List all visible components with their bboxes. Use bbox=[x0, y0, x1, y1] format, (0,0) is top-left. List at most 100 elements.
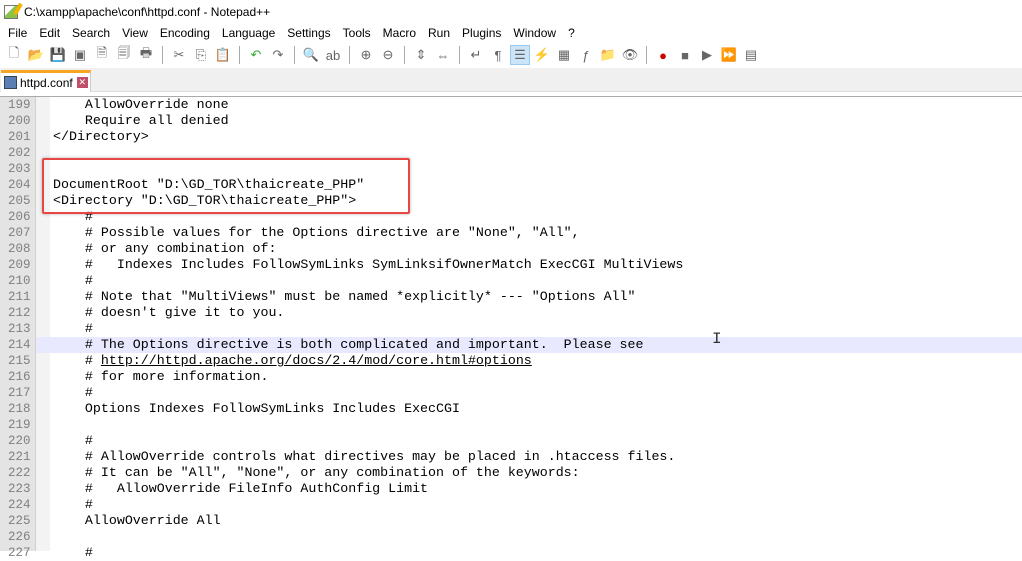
code-line[interactable]: 226 bbox=[0, 529, 1022, 545]
close-all-icon[interactable]: 🗐 bbox=[114, 45, 134, 65]
code-line[interactable]: 215 # http://httpd.apache.org/docs/2.4/m… bbox=[0, 353, 1022, 369]
line-content: </Directory> bbox=[53, 129, 149, 144]
code-line[interactable]: 211 # Note that "MultiViews" must be nam… bbox=[0, 289, 1022, 305]
code-line[interactable]: 209 # Indexes Includes FollowSymLinks Sy… bbox=[0, 257, 1022, 273]
toolbar-separator bbox=[646, 46, 647, 64]
code-line[interactable]: 218 Options Indexes FollowSymLinks Inclu… bbox=[0, 401, 1022, 417]
line-content: # bbox=[53, 497, 93, 512]
toolbar-separator bbox=[162, 46, 163, 64]
line-number: 206 bbox=[8, 210, 31, 224]
menu-macro[interactable]: Macro bbox=[377, 26, 422, 40]
tab-httpd-conf[interactable]: httpd.conf ✕ bbox=[1, 70, 91, 92]
word-wrap-icon[interactable]: ↵ bbox=[466, 45, 486, 65]
zoom-out-icon[interactable]: ⊖ bbox=[378, 45, 398, 65]
save-all-icon[interactable]: ▣ bbox=[70, 45, 90, 65]
line-number: 207 bbox=[8, 226, 31, 240]
line-number: 204 bbox=[8, 178, 31, 192]
code-line[interactable]: 220 # bbox=[0, 433, 1022, 449]
code-line[interactable]: 219 bbox=[0, 417, 1022, 433]
menu-encoding[interactable]: Encoding bbox=[154, 26, 216, 40]
line-number: 223 bbox=[8, 482, 31, 496]
sync-h-icon[interactable]: ⇔ bbox=[433, 45, 453, 65]
code-line[interactable]: 221 # AllowOverride controls what direct… bbox=[0, 449, 1022, 465]
show-all-chars-icon[interactable]: ¶ bbox=[488, 45, 508, 65]
code-line[interactable]: 225 AllowOverride All bbox=[0, 513, 1022, 529]
code-line[interactable]: 200 Require all denied bbox=[0, 113, 1022, 129]
code-line[interactable]: 201 </Directory> bbox=[0, 129, 1022, 145]
line-content: # It can be "All", "None", or any combin… bbox=[53, 465, 580, 480]
toolbar-separator bbox=[239, 46, 240, 64]
line-content: # doesn't give it to you. bbox=[53, 305, 285, 320]
code-line[interactable]: 199 AllowOverride none bbox=[0, 97, 1022, 113]
copy-icon[interactable]: ⎘ bbox=[191, 45, 211, 65]
line-text: # bbox=[36, 433, 1022, 449]
menu-language[interactable]: Language bbox=[216, 26, 281, 40]
code-line[interactable]: 207 # Possible values for the Options di… bbox=[0, 225, 1022, 241]
paste-icon[interactable]: 📋 bbox=[213, 45, 233, 65]
open-icon[interactable]: 📂 bbox=[26, 45, 46, 65]
menu-search[interactable]: Search bbox=[66, 26, 116, 40]
code-line[interactable]: 217 # bbox=[0, 385, 1022, 401]
code-line[interactable]: 214 # The Options directive is both comp… bbox=[0, 337, 1022, 353]
line-text: # AllowOverride controls what directives… bbox=[36, 449, 1022, 465]
udl-icon[interactable]: ⚡ bbox=[532, 45, 552, 65]
code-line[interactable]: 210 # bbox=[0, 273, 1022, 289]
line-number: 226 bbox=[8, 530, 31, 544]
menu-window[interactable]: Window bbox=[507, 26, 562, 40]
code-line[interactable]: 223 # AllowOverride FileInfo AuthConfig … bbox=[0, 481, 1022, 497]
menu-file[interactable]: File bbox=[2, 26, 33, 40]
line-content: # or any combination of: bbox=[53, 241, 277, 256]
close-icon[interactable]: 🗎 bbox=[92, 45, 112, 65]
line-text: # for more information. bbox=[36, 369, 1022, 385]
cut-icon[interactable]: ✂ bbox=[169, 45, 189, 65]
redo-icon[interactable]: ↷ bbox=[268, 45, 288, 65]
menu-run[interactable]: Run bbox=[422, 26, 456, 40]
line-text: # bbox=[36, 545, 1022, 561]
code-line[interactable]: 227 # bbox=[0, 545, 1022, 561]
toolbar: 🗋 📂 💾 ▣ 🗎 🗐 🖶 ✂ ⎘ 📋 ↶ ↷ 🔍 ab ⊕ ⊖ ⇕ ⇔ ↵ ¶ ☰ ⚡ ▦ ƒ 📁 👁 ● ■ ▶ ⏩ ▤ bbox=[0, 42, 1022, 68]
new-file-icon[interactable]: 🗋 bbox=[4, 45, 24, 65]
line-number: 218 bbox=[8, 402, 31, 416]
line-number: 217 bbox=[8, 386, 31, 400]
line-text: </Directory> bbox=[36, 129, 1022, 145]
function-list-icon[interactable]: ƒ bbox=[576, 45, 596, 65]
line-number: 209 bbox=[8, 258, 31, 272]
code-line[interactable]: 224 # bbox=[0, 497, 1022, 513]
find-icon[interactable]: 🔍 bbox=[301, 45, 321, 65]
line-content: # bbox=[53, 353, 101, 368]
play-macro-icon[interactable]: ▶ bbox=[697, 45, 717, 65]
line-number: 201 bbox=[8, 130, 31, 144]
line-content: # The Options directive is both complica… bbox=[53, 337, 644, 352]
code-line[interactable]: 212 # doesn't give it to you. bbox=[0, 305, 1022, 321]
undo-icon[interactable]: ↶ bbox=[246, 45, 266, 65]
menu-help[interactable]: ? bbox=[562, 26, 581, 40]
menu-view[interactable]: View bbox=[116, 26, 154, 40]
line-content: # bbox=[53, 433, 93, 448]
stop-macro-icon[interactable]: ■ bbox=[675, 45, 695, 65]
indent-guide-icon[interactable]: ☰ bbox=[510, 45, 530, 65]
url-link[interactable]: http://httpd.apache.org/docs/2.4/mod/cor… bbox=[101, 353, 532, 368]
folder-workspace-icon[interactable]: 📁 bbox=[598, 45, 618, 65]
replace-icon[interactable]: ab bbox=[323, 45, 343, 65]
doc-map-icon[interactable]: ▦ bbox=[554, 45, 574, 65]
run-macro-multiple-icon[interactable]: ⏩ bbox=[719, 45, 739, 65]
code-line[interactable]: 208 # or any combination of: bbox=[0, 241, 1022, 257]
toolbar-separator bbox=[294, 46, 295, 64]
line-content: Options Indexes FollowSymLinks Includes … bbox=[53, 401, 460, 416]
record-macro-icon[interactable]: ● bbox=[653, 45, 673, 65]
menu-settings[interactable]: Settings bbox=[281, 26, 336, 40]
zoom-in-icon[interactable]: ⊕ bbox=[356, 45, 376, 65]
menu-plugins[interactable]: Plugins bbox=[456, 26, 507, 40]
line-text: AllowOverride none bbox=[36, 97, 1022, 113]
sync-v-icon[interactable]: ⇕ bbox=[411, 45, 431, 65]
save-macro-icon[interactable]: ▤ bbox=[741, 45, 761, 65]
code-line[interactable]: 213 # bbox=[0, 321, 1022, 337]
menu-edit[interactable]: Edit bbox=[33, 26, 66, 40]
print-icon[interactable]: 🖶 bbox=[136, 45, 156, 65]
close-tab-icon[interactable]: ✕ bbox=[76, 77, 88, 88]
menu-tools[interactable]: Tools bbox=[337, 26, 377, 40]
monitoring-icon[interactable]: 👁 bbox=[620, 45, 640, 65]
save-icon[interactable]: 💾 bbox=[48, 45, 68, 65]
code-line[interactable]: 216 # for more information. bbox=[0, 369, 1022, 385]
code-line[interactable]: 222 # It can be "All", "None", or any co… bbox=[0, 465, 1022, 481]
